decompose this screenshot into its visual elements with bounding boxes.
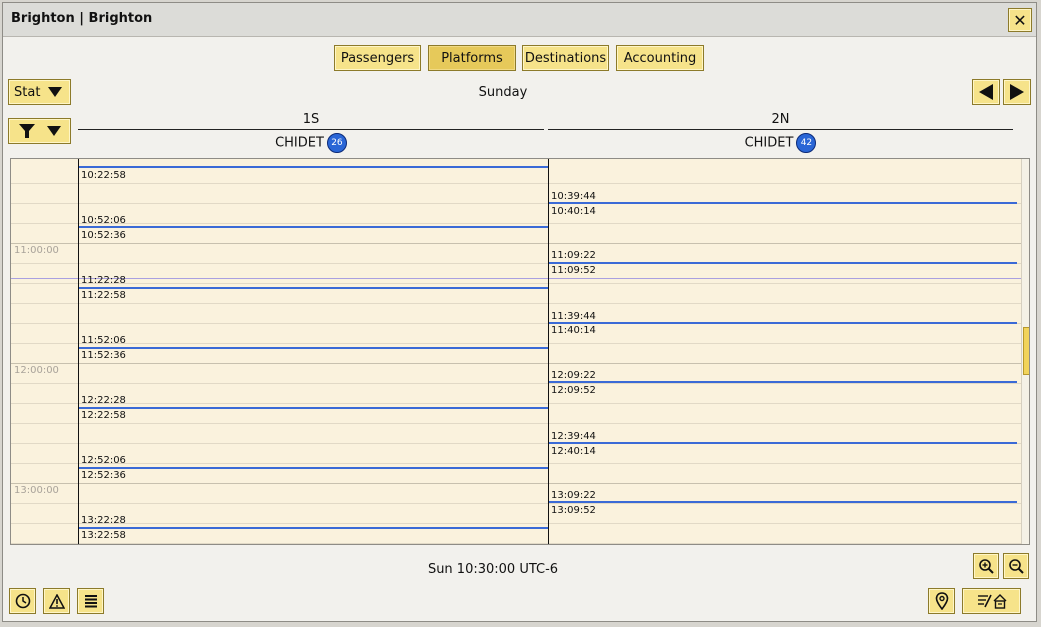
title-bar[interactable]: Brighton | Brighton ✕ [3, 3, 1036, 37]
arrival-time: 12:52:06 [81, 455, 126, 466]
train-stop-line[interactable] [79, 287, 548, 289]
line-count-badge: 26 [326, 133, 347, 153]
filter-icon [18, 124, 35, 138]
tab-label: Destinations [524, 50, 607, 66]
zoom-out-icon [1009, 559, 1024, 574]
departure-time: 12:22:58 [81, 410, 126, 421]
clock-icon [15, 593, 30, 609]
arrival-time: 11:52:06 [81, 335, 126, 346]
tab-accounting[interactable]: Accounting [616, 45, 704, 71]
stat-dropdown[interactable]: Stat [8, 79, 71, 105]
next-arrow-icon [1010, 84, 1024, 100]
prev-arrow-icon [979, 84, 993, 100]
hour-label: 12:00:00 [14, 365, 59, 376]
close-icon: ✕ [1013, 10, 1027, 30]
notes-station-icon [977, 594, 1006, 609]
warning-icon [48, 593, 65, 609]
scrollbar-thumb[interactable] [1023, 327, 1029, 375]
tab-destinations[interactable]: Destinations [522, 45, 609, 71]
arrival-time: 11:09:22 [551, 250, 596, 261]
line-name: CHIDET [744, 135, 794, 151]
line-header-1s: CHIDET 26 [78, 133, 544, 153]
train-stop-line[interactable] [549, 442, 1017, 444]
train-stop-line[interactable] [79, 347, 548, 349]
next-day-button[interactable] [1003, 79, 1031, 105]
tab-label: Passengers [340, 50, 415, 66]
arrival-time: 10:52:06 [81, 215, 126, 226]
departure-time: 10:40:14 [551, 206, 596, 217]
filter-dropdown[interactable] [8, 118, 71, 144]
train-stop-line[interactable] [549, 381, 1017, 383]
arrival-time: 11:22:28 [81, 275, 126, 286]
window-title: Brighton | Brighton [11, 11, 153, 26]
zoom-out-button[interactable] [1003, 553, 1029, 579]
tab-passengers[interactable]: Passengers [334, 45, 421, 71]
stat-dropdown-icon [48, 87, 63, 97]
arrival-time: 12:39:44 [551, 431, 596, 442]
arrival-time: 11:39:44 [551, 311, 596, 322]
close-button[interactable]: ✕ [1008, 8, 1032, 32]
platform-header-1s: 1S [302, 112, 320, 127]
tab-label: Platforms [441, 50, 503, 66]
departure-time: 13:09:52 [551, 505, 596, 516]
line-name: CHIDET [275, 135, 324, 151]
warnings-button[interactable] [43, 588, 70, 614]
arrival-time: 13:09:22 [551, 490, 596, 501]
schedule-button[interactable] [9, 588, 36, 614]
train-stop-line[interactable] [549, 322, 1017, 324]
departure-time: 11:40:14 [551, 325, 596, 336]
line-header-2n: CHIDET 42 [548, 133, 1013, 153]
locate-station-button[interactable] [928, 588, 955, 614]
station-notes-button[interactable] [962, 588, 1021, 614]
platforms-window: Brighton | Brighton ✕ Passengers Platfor… [2, 2, 1037, 622]
day-label: Sunday [478, 85, 528, 100]
zoom-in-icon [979, 559, 994, 574]
train-stop-line[interactable] [79, 166, 548, 168]
list-view-button[interactable] [77, 588, 104, 614]
departure-time: 12:52:36 [81, 470, 126, 481]
departure-time: 12:40:14 [551, 446, 596, 457]
train-stop-line[interactable] [79, 226, 548, 228]
departure-time: 13:22:58 [81, 530, 126, 541]
arrival-time: 10:39:44 [551, 191, 596, 202]
hour-label: 11:00:00 [14, 245, 59, 256]
departure-time: 10:52:36 [81, 230, 126, 241]
departure-time: 10:22:58 [81, 170, 126, 181]
train-stop-line[interactable] [79, 467, 548, 469]
header-divider [548, 129, 1013, 130]
zoom-in-button[interactable] [973, 553, 999, 579]
column-divider [78, 159, 79, 544]
location-pin-icon [935, 592, 948, 610]
prev-day-button[interactable] [972, 79, 1000, 105]
chevron-down-icon [46, 126, 61, 136]
list-icon [84, 595, 97, 608]
train-stop-line[interactable] [79, 407, 548, 409]
platform-header-2n: 2N [771, 112, 790, 127]
arrival-time: 12:22:28 [81, 395, 126, 406]
departure-time: 11:52:36 [81, 350, 126, 361]
tab-label: Accounting [623, 50, 697, 66]
stat-label: Stat [14, 84, 41, 100]
train-stop-line[interactable] [549, 262, 1017, 264]
current-time-line [11, 278, 1029, 279]
train-stop-line[interactable] [79, 527, 548, 529]
departure-time: 11:09:52 [551, 265, 596, 276]
train-stop-line[interactable] [549, 501, 1017, 503]
departure-time: 11:22:58 [81, 290, 126, 301]
tab-platforms[interactable]: Platforms [428, 45, 516, 71]
timetable-grid[interactable]: 11:00:00 12:00:00 13:00:00 10:22:58 10:5… [10, 158, 1030, 545]
hour-label: 13:00:00 [14, 485, 59, 496]
current-time: Sun 10:30:00 UTC-6 [427, 562, 559, 577]
arrival-time: 13:22:28 [81, 515, 126, 526]
departure-time: 12:09:52 [551, 385, 596, 396]
line-count-badge: 42 [796, 133, 817, 153]
train-stop-line[interactable] [549, 202, 1017, 204]
header-divider [78, 129, 544, 130]
arrival-time: 12:09:22 [551, 370, 596, 381]
column-divider [548, 159, 549, 544]
